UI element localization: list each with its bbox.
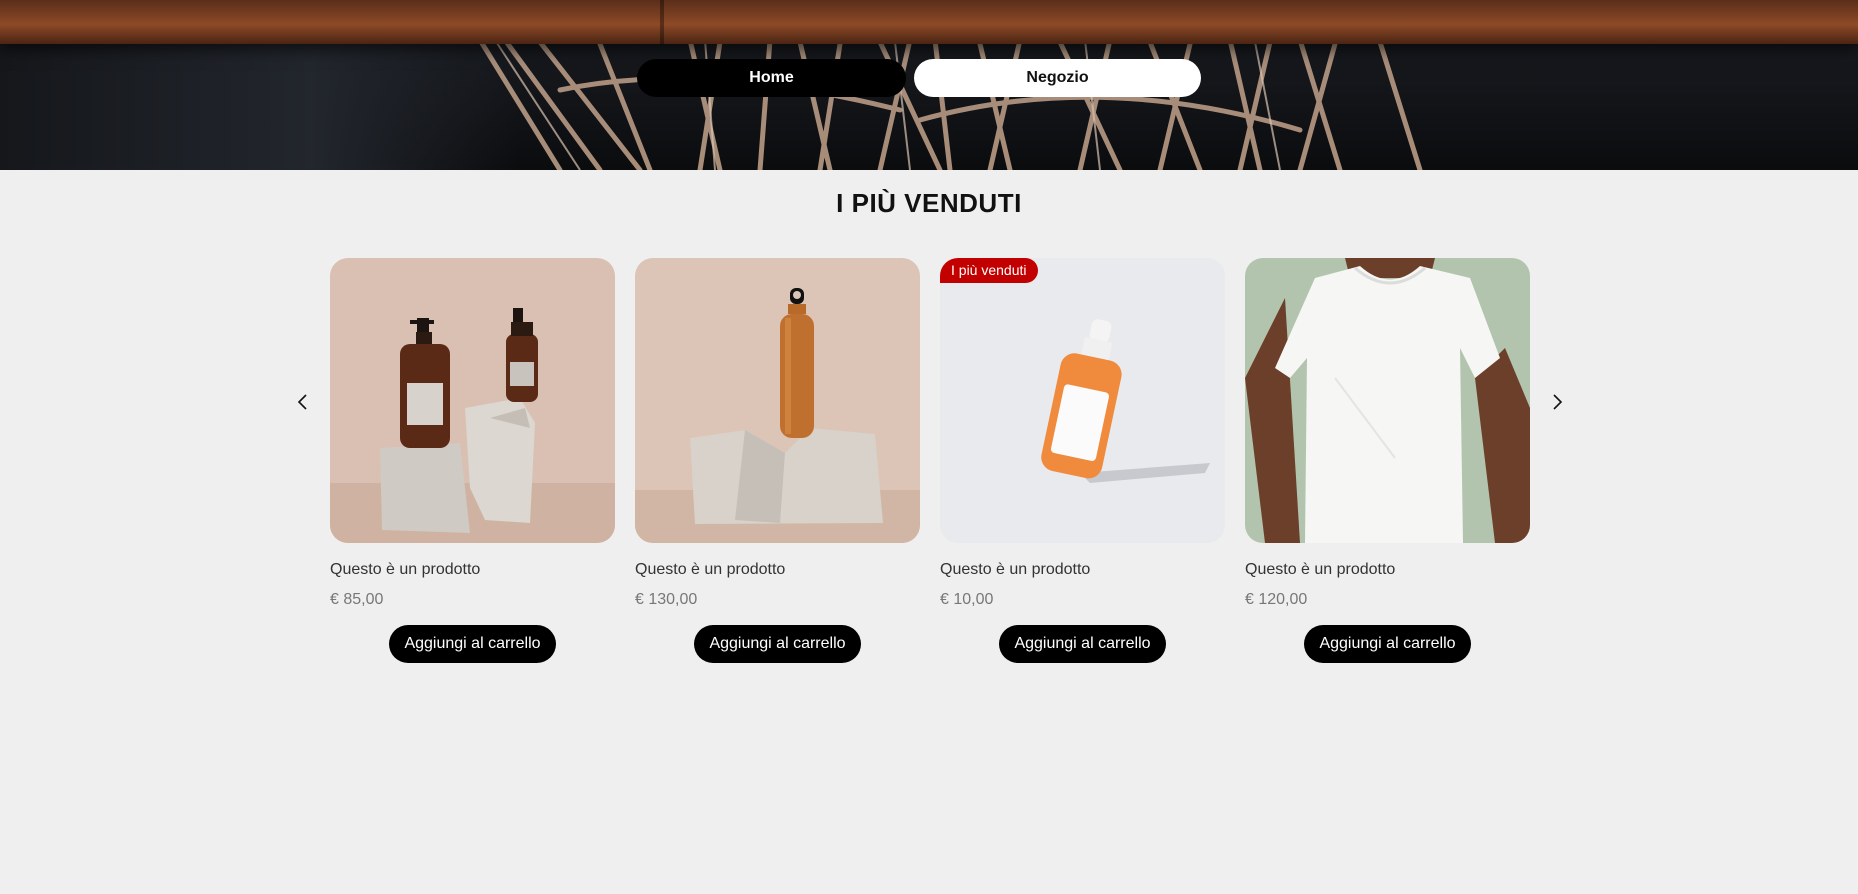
bestseller-badge: I più venduti [940,258,1038,283]
product-image[interactable] [330,258,615,543]
hero-banner: Home Negozio [0,0,1858,170]
product-name[interactable]: Questo è un prodotto [330,561,615,581]
nav-shop-button[interactable]: Negozio [914,59,1201,97]
carousel-prev-button[interactable] [291,390,315,414]
product-image[interactable] [1245,258,1530,543]
add-to-cart-button[interactable]: Aggiungi al carrello [1304,625,1471,663]
product-price: € 130,00 [635,591,698,608]
add-to-cart-button[interactable]: Aggiungi al carrello [694,625,861,663]
hero-wood-beam [0,0,1858,44]
product-name[interactable]: Questo è un prodotto [940,561,1225,581]
section-title: I PIÙ VENDUTI [836,188,1022,218]
chevron-left-icon [297,394,307,410]
add-to-cart-button[interactable]: Aggiungi al carrello [999,625,1166,663]
carousel-next-button[interactable] [1545,390,1569,414]
product-image[interactable]: I più venduti [940,258,1225,543]
nav-home-button[interactable]: Home [637,59,906,97]
product-price: € 85,00 [330,591,384,608]
product-card[interactable]: Questo è un prodotto € 120,00 Aggiungi a… [1245,258,1530,663]
product-image[interactable] [635,258,920,543]
product-name[interactable]: Questo è un prodotto [635,561,920,581]
product-card[interactable]: Questo è un prodotto € 130,00 Aggiungi a… [635,258,920,663]
product-card[interactable]: I più venduti Questo è un prodotto € 10,… [940,258,1225,663]
chevron-right-icon [1553,394,1563,410]
product-name[interactable]: Questo è un prodotto [1245,561,1530,581]
product-price: € 10,00 [940,591,994,608]
main-nav: Home Negozio [637,59,1201,97]
add-to-cart-button[interactable]: Aggiungi al carrello [389,625,556,663]
hero-rattan-image [477,37,1423,170]
product-price: € 120,00 [1245,591,1308,608]
product-card[interactable]: Questo è un prodotto € 85,00 Aggiungi al… [330,258,615,663]
